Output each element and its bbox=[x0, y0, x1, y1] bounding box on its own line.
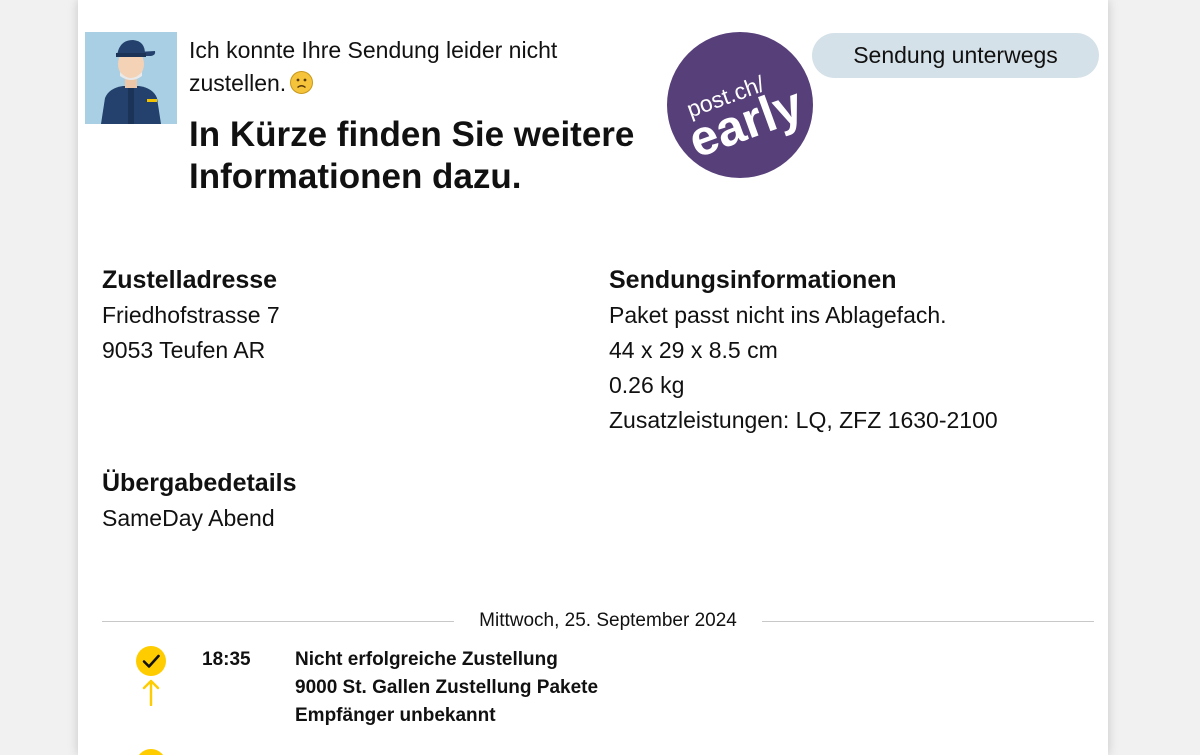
headline: In Kürze finden Sie weitere Informatione… bbox=[189, 115, 635, 196]
post-early-logo: post.ch/ early bbox=[681, 70, 810, 168]
shipment-info-section: Sendungsinformationen Paket passt nicht … bbox=[609, 262, 1089, 438]
delivery-address-title: Zustelladresse bbox=[102, 266, 278, 294]
delivery-address-section: Zustelladresse Friedhofstrasse 7 9053 Te… bbox=[102, 262, 562, 368]
shipment-info-line: Paket passt nicht ins Ablagefach. bbox=[609, 302, 947, 328]
handover-title: Übergabedetails bbox=[102, 469, 297, 497]
tracking-card: Ich konnte Ihre Sendung leider nicht zus… bbox=[78, 0, 1108, 755]
arrow-up-icon bbox=[142, 678, 160, 707]
next-event-marker bbox=[136, 749, 166, 755]
shipment-info-title: Sendungsinformationen bbox=[609, 266, 897, 294]
intro-message: Ich konnte Ihre Sendung leider nicht zus… bbox=[189, 34, 659, 100]
timeline-date: Mittwoch, 25. September 2024 bbox=[479, 610, 737, 631]
intro-text: Ich konnte Ihre Sendung leider nicht zus… bbox=[189, 37, 558, 96]
shipment-status-button[interactable]: Sendung unterwegs bbox=[812, 33, 1099, 78]
timeline-event: 18:35 Nicht erfolgreiche Zustellung 9000… bbox=[78, 646, 1108, 736]
courier-avatar bbox=[85, 32, 177, 124]
address-street: Friedhofstrasse 7 bbox=[102, 302, 280, 328]
handover-section: Übergabedetails SameDay Abend bbox=[102, 465, 562, 536]
event-time: 18:35 bbox=[202, 649, 251, 670]
divider-line bbox=[102, 621, 454, 622]
shipment-weight: 0.26 kg bbox=[609, 372, 685, 398]
event-location: 9000 St. Gallen Zustellung Pakete bbox=[295, 677, 599, 698]
shipment-services: Zusatzleistungen: LQ, ZFZ 1630-2100 bbox=[609, 407, 998, 433]
promo-badge[interactable]: post.ch/ early bbox=[667, 32, 813, 178]
timeline-date-divider: Mittwoch, 25. September 2024 bbox=[102, 606, 1094, 636]
event-note: Empfänger unbekannt bbox=[295, 705, 496, 726]
event-details: Nicht erfolgreiche Zustellung 9000 St. G… bbox=[295, 646, 598, 730]
checkmark-icon bbox=[136, 646, 166, 676]
shipment-dimensions: 44 x 29 x 8.5 cm bbox=[609, 337, 778, 363]
address-city: 9053 Teufen AR bbox=[102, 337, 266, 363]
divider-line bbox=[762, 621, 1094, 622]
event-title: Nicht erfolgreiche Zustellung bbox=[295, 649, 558, 670]
handover-value: SameDay Abend bbox=[102, 505, 275, 531]
sad-face-icon bbox=[290, 71, 314, 94]
courier-icon bbox=[85, 32, 177, 124]
